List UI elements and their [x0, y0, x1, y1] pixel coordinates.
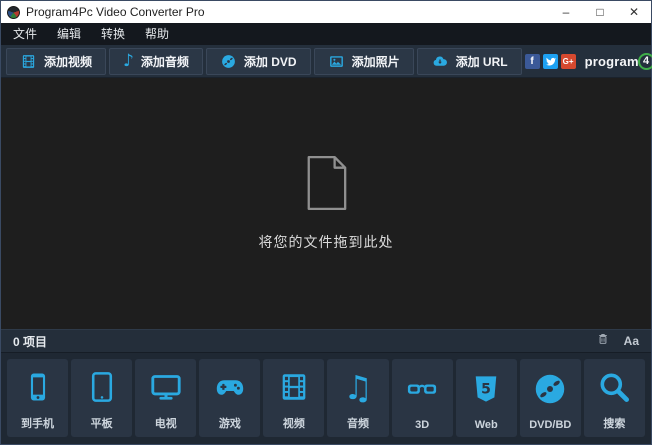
music-notes-icon: ♫ [343, 359, 373, 415]
search-icon [596, 359, 632, 415]
music-note-icon: ♪ [123, 53, 134, 70]
statusbar-actions: Aa [596, 331, 639, 351]
html5-icon: 5 [470, 359, 502, 419]
dock-tile-label: 平板 [91, 415, 113, 431]
statusbar: 0 项目 Aa [1, 329, 651, 352]
minimize-button[interactable]: – [549, 1, 583, 23]
maximize-button[interactable]: □ [583, 1, 617, 23]
add-dvd-button[interactable]: 添加 DVD [206, 48, 311, 75]
close-button[interactable]: ✕ [617, 1, 651, 23]
logo-text-pre: program [585, 54, 639, 69]
titlebar: Program4Pc Video Converter Pro – □ ✕ [1, 1, 651, 23]
dock-tile-tv[interactable]: 电视 [135, 359, 196, 437]
add-video-button[interactable]: 添加视频 [6, 48, 106, 75]
dock-tile-label: Web [475, 419, 498, 431]
dock-tile-label: DVD/BD [529, 419, 571, 431]
dock-tile-phone[interactable]: 到手机 [7, 359, 68, 437]
toolbar: 添加视频 ♪ 添加音频 添加 DVD [1, 45, 651, 78]
dock-tile-label: 搜索 [603, 415, 625, 431]
google-plus-icon[interactable]: G+ [561, 54, 576, 69]
gamepad-icon [211, 359, 249, 415]
dock-tile-3d[interactable]: 3D [392, 359, 453, 437]
dock-tile-label: 电视 [155, 415, 177, 431]
font-size-icon[interactable]: Aa [624, 334, 639, 348]
dock-tile-audio[interactable]: ♫ 音频 [327, 359, 388, 437]
svg-text:5: 5 [481, 381, 491, 397]
add-photos-label: 添加照片 [352, 53, 400, 70]
menu-file[interactable]: 文件 [3, 23, 47, 45]
film-strip-icon [277, 359, 311, 415]
app-window: Program4Pc Video Converter Pro – □ ✕ 文件 … [0, 0, 652, 445]
dock-tile-label: 游戏 [219, 415, 241, 431]
window-title: Program4Pc Video Converter Pro [26, 5, 205, 19]
output-format-dock: 到手机 平板 电视 [1, 352, 651, 444]
dock-tile-dvd[interactable]: DVD/BD [520, 359, 581, 437]
logo-circled-4: 4 [638, 53, 652, 70]
dock-tile-web[interactable]: 5 Web [456, 359, 517, 437]
tablet-icon [85, 359, 119, 415]
app-logo-icon [7, 6, 20, 19]
add-dvd-label: 添加 DVD [244, 53, 297, 70]
disc-icon [220, 53, 237, 70]
window-controls: – □ ✕ [549, 1, 651, 23]
twitter-icon[interactable] [543, 54, 558, 69]
trash-icon[interactable] [596, 331, 610, 351]
phone-icon [21, 359, 55, 415]
dock-tile-games[interactable]: 游戏 [199, 359, 260, 437]
add-audio-label: 添加音频 [141, 53, 189, 70]
menu-convert[interactable]: 转换 [91, 23, 135, 45]
document-icon [303, 155, 349, 216]
3d-glasses-icon [402, 359, 442, 419]
dock-tile-label: 到手机 [21, 415, 54, 431]
items-count: 0 项目 [13, 333, 47, 350]
menubar: 文件 编辑 转换 帮助 [1, 23, 651, 45]
menu-edit[interactable]: 编辑 [47, 23, 91, 45]
add-url-label: 添加 URL [456, 53, 508, 70]
tv-icon [148, 359, 184, 415]
dock-tile-label: 视频 [283, 415, 305, 431]
dock-tile-label: 音频 [347, 415, 369, 431]
add-photos-button[interactable]: 添加照片 [314, 48, 414, 75]
file-drop-zone[interactable]: 将您的文件拖到此处 [1, 78, 651, 329]
menu-help[interactable]: 帮助 [135, 23, 179, 45]
add-audio-button[interactable]: ♪ 添加音频 [109, 48, 203, 75]
cloud-download-icon [431, 53, 449, 70]
program4pc-logo: program 4 pc [585, 53, 652, 70]
drop-zone-message: 将您的文件拖到此处 [259, 232, 394, 252]
dock-tile-search[interactable]: 搜索 [584, 359, 645, 437]
add-video-label: 添加视频 [44, 53, 92, 70]
add-url-button[interactable]: 添加 URL [417, 48, 522, 75]
photo-icon [328, 53, 345, 70]
film-strip-icon [20, 53, 37, 70]
dock-tile-tablet[interactable]: 平板 [71, 359, 132, 437]
social-links: f G+ [525, 54, 576, 69]
facebook-icon[interactable]: f [525, 54, 540, 69]
dock-tile-label: 3D [415, 419, 429, 431]
disc-icon [532, 359, 568, 419]
dock-tile-video[interactable]: 视频 [263, 359, 324, 437]
